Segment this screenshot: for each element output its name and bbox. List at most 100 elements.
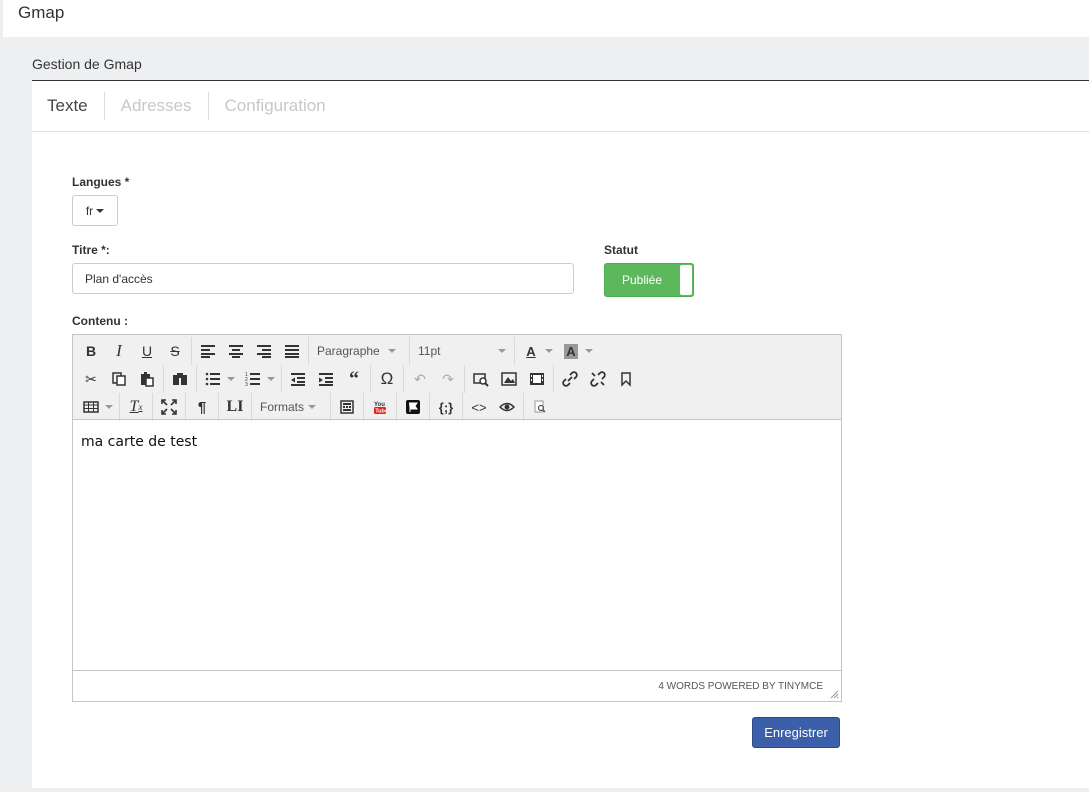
toolbar-group: <> [462, 393, 523, 421]
toolbar-group: Paragraphe [308, 337, 409, 365]
numbered-list-icon[interactable]: 123 [239, 366, 267, 392]
visual-chars-icon[interactable]: ¶ [188, 394, 216, 420]
cut-icon[interactable]: ✂ [77, 366, 105, 392]
indent-icon[interactable] [312, 366, 340, 392]
toolbar-group [553, 365, 642, 393]
chevron-down-icon[interactable] [545, 349, 553, 353]
toolbar-group [191, 337, 308, 365]
special-char-icon[interactable]: Ω [373, 366, 401, 392]
editor-statusbar: 4 WORDS POWERED BY TINYMCE [73, 670, 841, 701]
outdent-icon[interactable] [284, 366, 312, 392]
italic-icon[interactable]: I [105, 338, 133, 364]
redo-icon[interactable]: ↷ [434, 366, 462, 392]
source-code-icon[interactable]: <> [465, 394, 493, 420]
align-right-icon[interactable] [250, 338, 278, 364]
youtube-icon[interactable]: You Tube [366, 394, 394, 420]
formats-dropdown[interactable]: Formats [254, 394, 328, 420]
chevron-down-icon [498, 349, 506, 353]
status-label: Statut [604, 243, 638, 257]
chevron-down-icon [387, 349, 396, 353]
toolbar-row-3: Tx ¶ LI Formats You Tube {;} <> [75, 393, 841, 421]
unlink-icon[interactable] [584, 366, 612, 392]
table-icon[interactable] [77, 394, 105, 420]
block-format-dropdown[interactable]: Paragraphe [311, 338, 407, 364]
chevron-down-icon [308, 405, 317, 409]
search-icon[interactable] [526, 394, 554, 420]
font-size-value: 11pt [418, 344, 441, 358]
template-icon[interactable] [333, 394, 361, 420]
flag-icon[interactable] [399, 394, 427, 420]
panel-header: Gestion de Gmap [32, 51, 1089, 81]
code-sample-icon[interactable]: {;} [432, 394, 460, 420]
tab-texte[interactable]: Texte [32, 92, 105, 120]
editor-content[interactable]: ma carte de test [73, 420, 841, 670]
formats-label: Formats [260, 400, 305, 414]
align-left-icon[interactable] [194, 338, 222, 364]
background-color-icon[interactable]: A [557, 338, 585, 364]
strikethrough-icon[interactable]: S [161, 338, 189, 364]
bold-icon[interactable]: B [77, 338, 105, 364]
toolbar-group [396, 393, 429, 421]
preview-icon[interactable] [493, 394, 521, 420]
anchor-icon[interactable] [612, 366, 640, 392]
title-input[interactable] [72, 263, 574, 294]
ltr-icon[interactable]: LI [221, 394, 249, 420]
language-value: fr [85, 203, 94, 218]
toolbar-group [464, 365, 553, 393]
copy-icon[interactable] [105, 366, 133, 392]
align-center-icon[interactable] [222, 338, 250, 364]
toolbar-group: Ω [370, 365, 403, 393]
align-justify-icon[interactable] [278, 338, 306, 364]
find-replace-icon[interactable] [166, 366, 194, 392]
tab-configuration[interactable]: Configuration [209, 92, 342, 120]
toolbar-group [523, 393, 556, 421]
link-icon[interactable] [556, 366, 584, 392]
toolbar-group: {;} [429, 393, 462, 421]
save-button[interactable]: Enregistrer [752, 717, 840, 748]
chevron-down-icon[interactable] [585, 349, 593, 353]
tab-bar: Texte Adresses Configuration [32, 81, 1089, 132]
toolbar-group: Formats [251, 393, 330, 421]
editor-toolbar: B I U S Paragraphe 11pt A A ✂ 1 2 3 “ Ω … [73, 335, 841, 421]
bullet-list-icon[interactable] [199, 366, 227, 392]
toolbar-group: LI [218, 393, 251, 421]
toolbar-group [330, 393, 363, 421]
languages-label: Langues * [72, 175, 130, 189]
paste-icon[interactable] [133, 366, 161, 392]
content-label: Contenu : [72, 314, 128, 328]
toolbar-row-1: B I U S Paragraphe 11pt A A [75, 337, 841, 365]
toolbar-group: “ [281, 365, 370, 393]
tab-adresses[interactable]: Adresses [105, 92, 209, 120]
toolbar-group: ↶ ↷ [403, 365, 464, 393]
font-size-dropdown[interactable]: 11pt [412, 338, 512, 364]
block-format-value: Paragraphe [317, 344, 380, 358]
clear-format-icon[interactable]: Tx [122, 394, 150, 420]
toolbar-group: ✂ [75, 365, 163, 393]
undo-icon[interactable]: ↶ [406, 366, 434, 392]
app-title: Gmap [18, 3, 65, 22]
top-bar: Gmap [0, 0, 1089, 37]
toolbar-group: You Tube [363, 393, 396, 421]
toolbar-group: ¶ [185, 393, 218, 421]
main-panel: Gestion de Gmap Texte Adresses Configura… [32, 51, 1089, 788]
language-dropdown[interactable]: fr [72, 195, 118, 226]
status-value: Publiée [621, 273, 663, 287]
chevron-down-icon[interactable] [227, 377, 235, 381]
blockquote-icon[interactable]: “ [340, 366, 368, 392]
chevron-down-icon[interactable] [267, 377, 275, 381]
svg-text:Tube: Tube [375, 409, 388, 415]
resize-handle-icon[interactable] [830, 690, 839, 699]
toolbar-group: B I U S [75, 337, 191, 365]
word-count: 4 WORDS POWERED BY TINYMCE [658, 681, 823, 692]
toolbar-row-2: ✂ 123 “ Ω ↶ ↷ [75, 365, 841, 393]
media-icon[interactable] [523, 366, 551, 392]
underline-icon[interactable]: U [133, 338, 161, 364]
fullscreen-icon[interactable] [155, 394, 183, 420]
file-manager-icon[interactable] [467, 366, 495, 392]
text-color-icon[interactable]: A [517, 338, 545, 364]
chevron-down-icon[interactable] [105, 405, 113, 409]
image-icon[interactable] [495, 366, 523, 392]
chevron-down-icon [96, 208, 105, 213]
toolbar-group [152, 393, 185, 421]
status-toggle[interactable]: Publiée [604, 263, 694, 297]
